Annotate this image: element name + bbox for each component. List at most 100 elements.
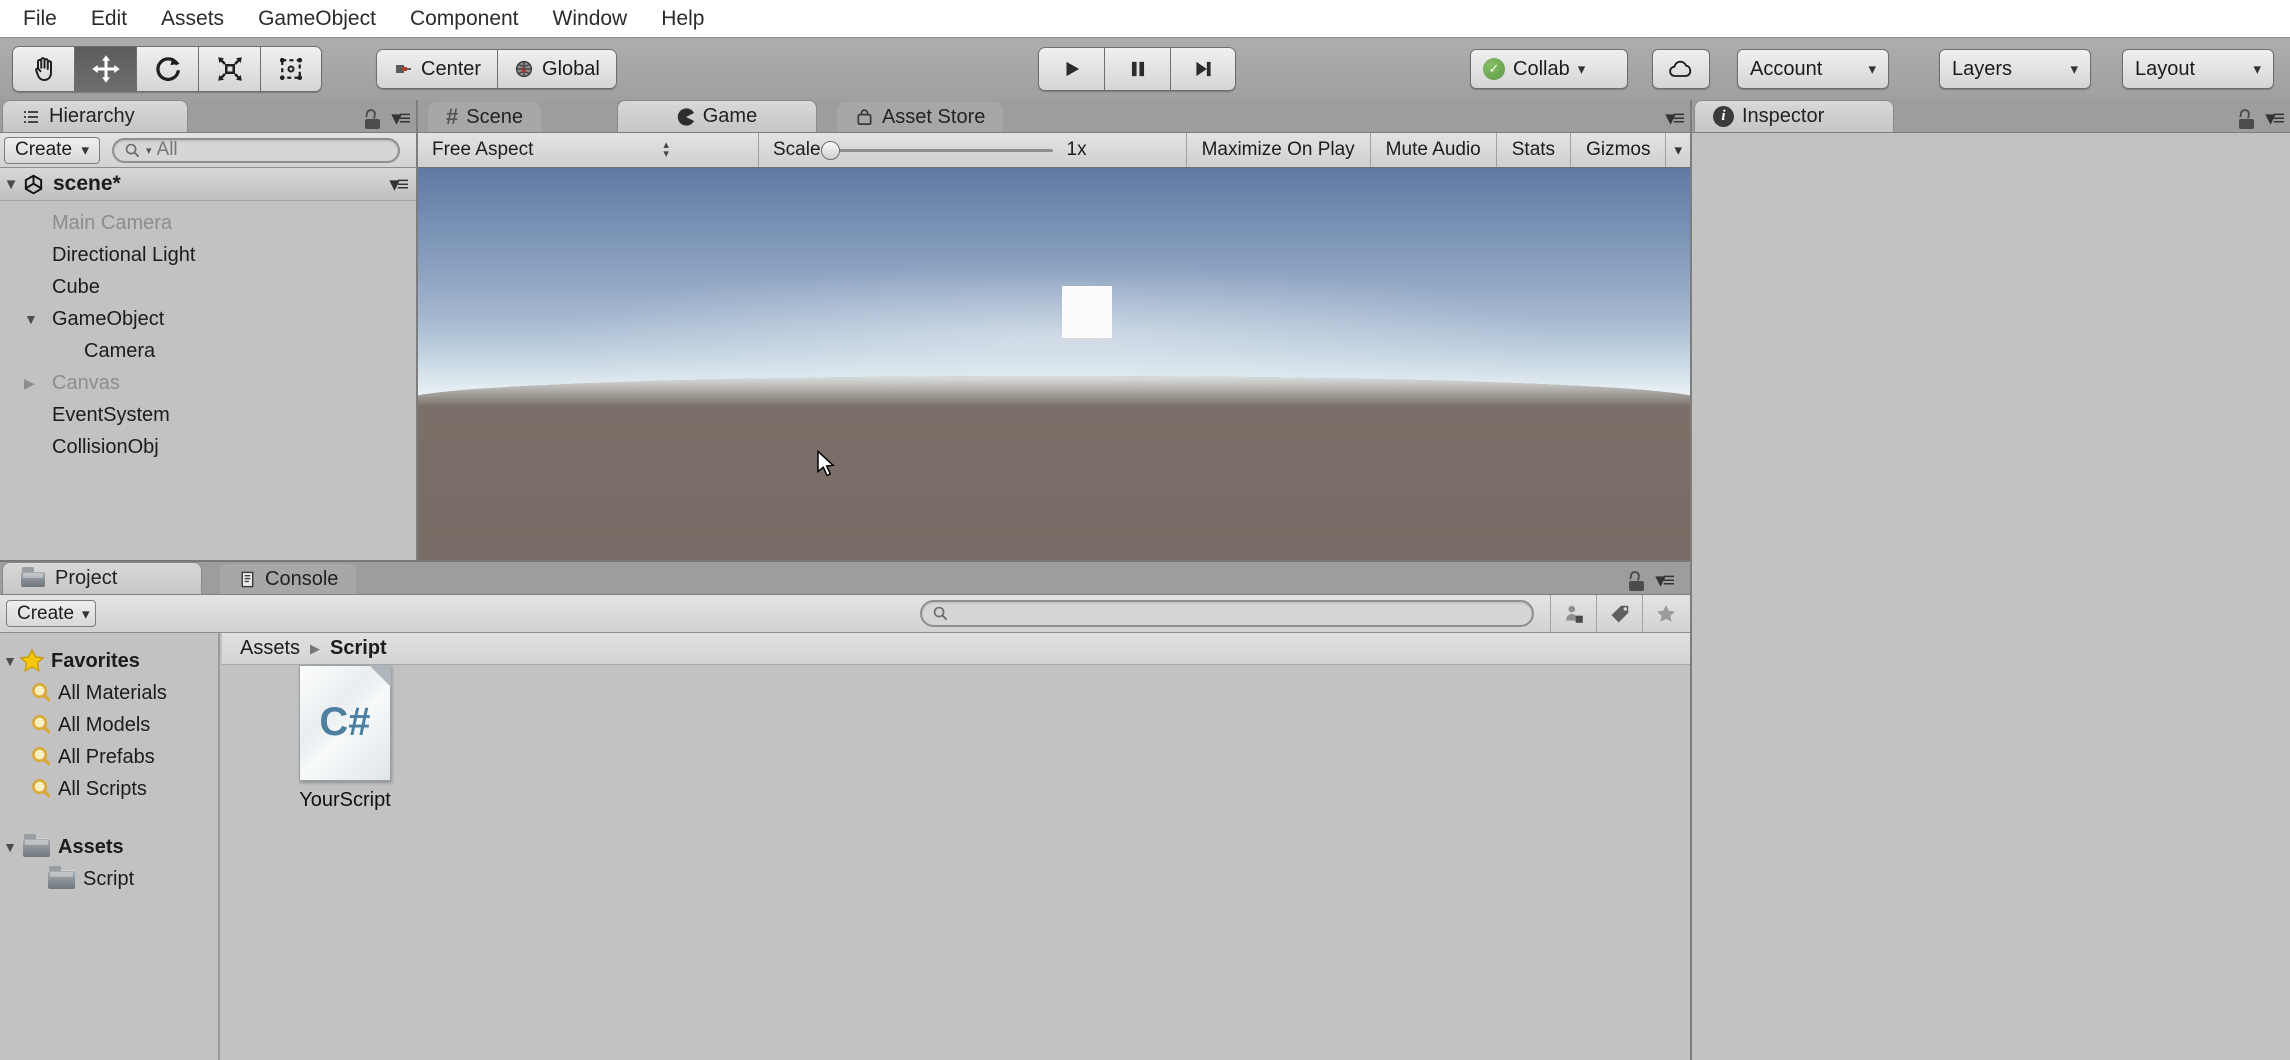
breadcrumb-current[interactable]: Script: [330, 637, 387, 660]
hierarchy-item-camera[interactable]: Camera: [0, 335, 416, 367]
pivot-center-button[interactable]: Center: [376, 49, 498, 89]
hierarchy-item-eventsystem[interactable]: EventSystem: [0, 399, 416, 431]
move-tool-button[interactable]: [74, 46, 136, 92]
favorite-all-models[interactable]: All Models: [0, 709, 218, 741]
hierarchy-search-input[interactable]: [156, 139, 388, 161]
rotate-tool-button[interactable]: [136, 46, 198, 92]
menu-window[interactable]: Window: [536, 0, 645, 37]
tab-scene[interactable]: # Scene: [428, 102, 541, 132]
menu-edit[interactable]: Edit: [74, 0, 144, 37]
space-global-button[interactable]: Global: [497, 49, 617, 89]
layers-dropdown[interactable]: Layers ▾: [1939, 49, 2091, 89]
search-filter-caret-icon[interactable]: ▾: [146, 144, 152, 157]
project-tab-row: Project Console ▾≡: [0, 562, 1690, 595]
hierarchy-toolbar: Create ▾ ▾: [0, 133, 416, 168]
project-create-button[interactable]: Create ▾: [6, 600, 96, 627]
hierarchy-panel-icons: ▾≡: [365, 106, 411, 131]
favorites-header[interactable]: ▼ Favorites: [0, 645, 218, 677]
disclosure-icon[interactable]: ▼: [3, 653, 17, 669]
tab-project[interactable]: Project: [2, 562, 202, 594]
menu-help[interactable]: Help: [644, 0, 721, 37]
menu-gameobject[interactable]: GameObject: [241, 0, 393, 37]
tab-inspector[interactable]: i Inspector: [1694, 100, 1894, 132]
tab-hierarchy[interactable]: Hierarchy: [2, 100, 188, 132]
gizmos-dropdown[interactable]: Gizmos: [1570, 133, 1665, 167]
lock-icon[interactable]: [1629, 569, 1645, 591]
scale-slider[interactable]: [820, 140, 1053, 160]
disclosure-icon[interactable]: ▼: [24, 303, 46, 335]
favorite-label: All Prefabs: [58, 745, 155, 768]
lock-icon[interactable]: [2239, 107, 2255, 129]
layout-dropdown[interactable]: Layout ▾: [2122, 49, 2274, 89]
panel-menu-icon[interactable]: ▾≡: [391, 106, 411, 131]
scene-header-row[interactable]: ▼ scene* ▾≡: [0, 168, 416, 201]
hierarchy-list-icon: [21, 107, 41, 127]
scale-tool-button[interactable]: [198, 46, 260, 92]
hierarchy-item-directional-light[interactable]: Directional Light: [0, 239, 416, 271]
account-dropdown[interactable]: Account ▾: [1737, 49, 1889, 89]
breadcrumb-root[interactable]: Assets: [240, 637, 300, 660]
favorite-label: All Scripts: [58, 777, 147, 800]
favorite-all-prefabs[interactable]: All Prefabs: [0, 741, 218, 773]
hierarchy-item-main-camera[interactable]: Main Camera: [0, 207, 416, 239]
item-label: GameObject: [52, 308, 165, 330]
tab-game[interactable]: Game: [616, 100, 817, 132]
search-by-type-button[interactable]: [1550, 595, 1596, 632]
globe-icon: [514, 59, 534, 79]
search-by-label-button[interactable]: [1596, 595, 1642, 632]
scene-menu-icon[interactable]: ▾≡: [389, 172, 409, 197]
disclosure-icon[interactable]: ▼: [3, 839, 17, 855]
hand-tool-button[interactable]: [12, 46, 74, 92]
pause-icon: [1127, 58, 1149, 80]
cloud-button[interactable]: [1652, 49, 1710, 89]
hierarchy-panel: Hierarchy ▾≡ Create ▾ ▾ ▼: [0, 100, 418, 560]
inspector-panel-icons: ▾≡: [2239, 106, 2285, 131]
game-tab-label: Game: [702, 105, 758, 127]
mute-audio-button[interactable]: Mute Audio: [1369, 133, 1496, 167]
project-tab-label: Project: [55, 567, 118, 589]
play-button[interactable]: [1038, 47, 1104, 91]
disclosure-icon[interactable]: ▶: [24, 367, 46, 399]
maximize-on-play-button[interactable]: Maximize On Play: [1185, 133, 1370, 167]
lock-icon[interactable]: [365, 107, 381, 129]
panel-menu-icon[interactable]: ▾≡: [1655, 568, 1675, 593]
scale-slider-knob[interactable]: [820, 140, 840, 160]
menu-file[interactable]: File: [6, 0, 74, 37]
rect-tool-button[interactable]: [260, 46, 322, 92]
hierarchy-item-gameobject[interactable]: ▼ GameObject: [0, 303, 416, 335]
game-render-view[interactable]: [418, 168, 1690, 560]
favorite-all-scripts[interactable]: All Scripts: [0, 773, 218, 805]
menu-assets[interactable]: Assets: [144, 0, 241, 37]
hierarchy-item-collisionobj[interactable]: CollisionObj: [0, 431, 416, 463]
collab-dropdown[interactable]: ✓ Collab ▾: [1470, 49, 1628, 89]
hierarchy-item-canvas[interactable]: ▶ Canvas: [0, 367, 416, 399]
hierarchy-item-cube[interactable]: Cube: [0, 271, 416, 303]
favorite-all-materials[interactable]: All Materials: [0, 677, 218, 709]
file-yourscript[interactable]: C# YourScript: [270, 665, 420, 812]
tab-console[interactable]: Console: [220, 564, 357, 594]
hierarchy-create-button[interactable]: Create ▾: [4, 136, 100, 164]
gizmos-caret-button[interactable]: ▾: [1665, 133, 1690, 167]
stats-button[interactable]: Stats: [1495, 133, 1570, 167]
scene-tab-label: Scene: [466, 105, 523, 128]
panel-menu-icon[interactable]: ▾≡: [2265, 106, 2285, 131]
panel-menu-icon[interactable]: ▾≡: [1665, 106, 1685, 131]
assets-root-row[interactable]: ▼ Assets: [0, 831, 218, 863]
game-view-toolbar: Free Aspect ▴ ▾ Scale 1x Maximize On Play…: [418, 133, 1690, 168]
save-search-button[interactable]: [1642, 595, 1688, 632]
aspect-dropdown[interactable]: Free Aspect ▴ ▾: [418, 133, 758, 167]
assets-script-folder-row[interactable]: Script: [0, 863, 218, 895]
scale-icon: [215, 54, 245, 84]
favorite-label: All Materials: [58, 681, 167, 704]
tab-asset-store[interactable]: Asset Store: [836, 102, 1004, 132]
hierarchy-list: Main Camera Directional Light Cube ▼ Game…: [0, 201, 416, 463]
scene-expand-icon[interactable]: ▼: [0, 176, 22, 193]
pause-button[interactable]: [1104, 47, 1170, 91]
inspector-panel: i Inspector ▾≡: [1690, 100, 2290, 1060]
project-search-input[interactable]: [954, 602, 1522, 625]
console-tab-label: Console: [265, 567, 339, 590]
menu-component[interactable]: Component: [393, 0, 536, 37]
white-cube-object: [1062, 286, 1112, 340]
assets-root-label: Assets: [58, 835, 124, 858]
step-button[interactable]: [1170, 47, 1236, 91]
